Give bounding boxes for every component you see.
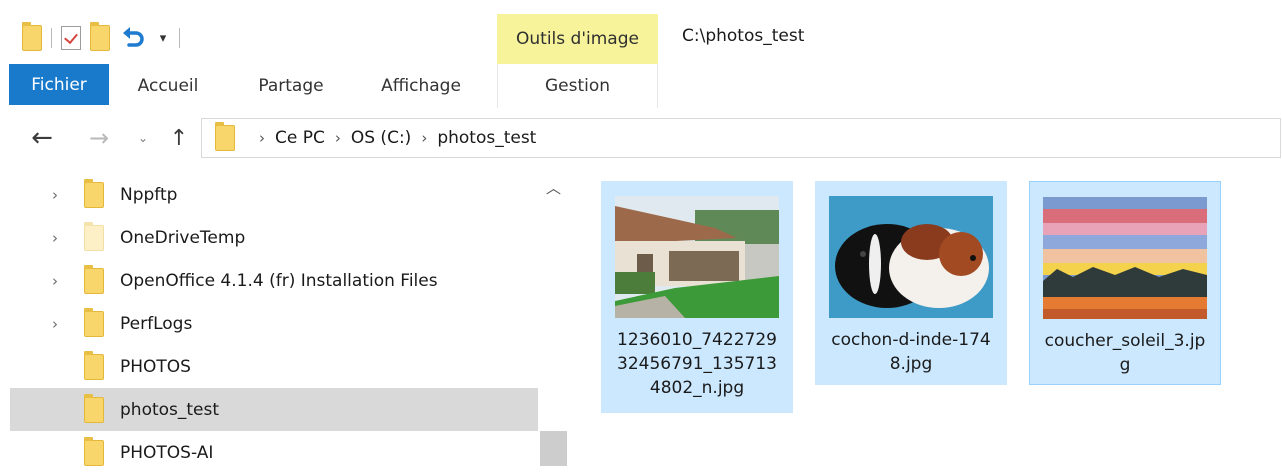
expand-chevron-icon[interactable]: › [52, 315, 66, 333]
ribbon-tabs: Fichier Accueil Partage Affichage Gestio… [0, 64, 1282, 109]
toolbar-separator [51, 28, 52, 48]
folder-icon [84, 436, 104, 466]
navigation-pane: › Nppftp › OneDriveTemp › OpenOffice 4.1… [10, 173, 538, 466]
tab-manage[interactable]: Gestion [497, 64, 658, 108]
toolbar-separator [179, 28, 180, 48]
tree-item-label: PHOTOS-AI [120, 442, 214, 463]
scrollbar-thumb[interactable] [540, 431, 567, 466]
expand-chevron-icon[interactable]: › [52, 186, 66, 204]
hidden-folder-icon [84, 221, 104, 251]
breadcrumb-chevron-icon[interactable]: › [421, 129, 427, 147]
tree-item-photos[interactable]: PHOTOS [10, 345, 538, 388]
title-bar: ▾ Outils d'image C:\photos_test [0, 0, 1282, 64]
tree-item-label: PHOTOS [120, 356, 191, 377]
window-title: C:\photos_test [682, 26, 805, 46]
folder-icon [84, 307, 104, 337]
folder-icon [84, 393, 104, 423]
breadcrumb-drive-c[interactable]: OS (C:) [351, 128, 411, 148]
tree-item-perflogs[interactable]: › PerfLogs [10, 302, 538, 345]
file-name: coucher_soleil_3.jpg [1044, 331, 1206, 375]
tree-item-label: photos_test [120, 399, 220, 420]
navigation-pane-scrollbar[interactable]: ︿ [539, 173, 568, 466]
file-name: 1236010_742272932456791_1357134802_n.jpg [617, 330, 777, 398]
undo-icon[interactable] [119, 24, 147, 52]
file-item[interactable]: 1236010_742272932456791_1357134802_n.jpg [601, 181, 793, 413]
quick-access-toolbar: ▾ [22, 22, 189, 54]
tree-item-label: Nppftp [120, 184, 178, 205]
new-folder-icon[interactable] [90, 22, 110, 51]
file-name: cochon-d-inde-1748.jpg [831, 330, 991, 374]
breadcrumb-chevron-icon[interactable]: › [335, 129, 341, 147]
tree-item-photos-ai[interactable]: PHOTOS-AI [10, 431, 538, 474]
tree-item-nppftp[interactable]: › Nppftp [10, 173, 538, 216]
tree-item-label: OpenOffice 4.1.4 (fr) Installation Files [120, 270, 438, 291]
tree-item-photos-test[interactable]: photos_test [10, 388, 538, 431]
tree-item-onedrivetemp[interactable]: › OneDriveTemp [10, 216, 538, 259]
tree-item-label: PerfLogs [120, 313, 193, 334]
breadcrumb-photos-test[interactable]: photos_test [437, 128, 536, 148]
folder-icon[interactable] [22, 22, 42, 51]
scroll-up-arrow-icon[interactable]: ︿ [539, 177, 568, 201]
file-list-pane: 1236010_742272932456791_1357134802_n.jpg… [570, 168, 1282, 466]
tree-item-label: OneDriveTemp [120, 227, 246, 248]
image-thumbnail [615, 196, 779, 318]
breadcrumb-this-pc[interactable]: Ce PC [275, 128, 325, 148]
expand-chevron-icon[interactable]: › [52, 272, 66, 290]
tab-share[interactable]: Partage [236, 64, 346, 108]
breadcrumb-chevron-icon[interactable]: › [259, 129, 265, 147]
address-folder-icon [215, 122, 235, 151]
folder-icon [84, 178, 104, 208]
image-thumbnail [829, 196, 993, 318]
forward-arrow-icon[interactable]: → [84, 122, 114, 154]
expand-chevron-icon[interactable]: › [52, 229, 66, 247]
folder-icon [84, 264, 104, 294]
tab-home[interactable]: Accueil [118, 64, 218, 108]
tree-item-openoffice-installation-files[interactable]: › OpenOffice 4.1.4 (fr) Installation Fil… [10, 259, 538, 302]
navigation-bar: ← → ⌄ ↑ › Ce PC › OS (C:) › photos_test [0, 108, 1282, 168]
customize-toolbar-dropdown-icon[interactable]: ▾ [156, 31, 170, 46]
file-item[interactable]: coucher_soleil_3.jpg [1029, 181, 1221, 385]
address-bar[interactable]: › Ce PC › OS (C:) › photos_test [201, 118, 1281, 158]
tab-file[interactable]: Fichier [9, 64, 109, 105]
properties-icon[interactable] [61, 26, 81, 50]
back-arrow-icon[interactable]: ← [26, 122, 58, 154]
file-item[interactable]: cochon-d-inde-1748.jpg [815, 181, 1007, 385]
image-thumbnail [1043, 197, 1207, 319]
folder-icon [84, 350, 104, 380]
image-tools-contextual-tab[interactable]: Outils d'image [497, 14, 658, 64]
recent-locations-chevron-icon[interactable]: ⌄ [134, 122, 152, 154]
up-arrow-icon[interactable]: ↑ [166, 122, 192, 154]
tab-view[interactable]: Affichage [360, 64, 482, 108]
